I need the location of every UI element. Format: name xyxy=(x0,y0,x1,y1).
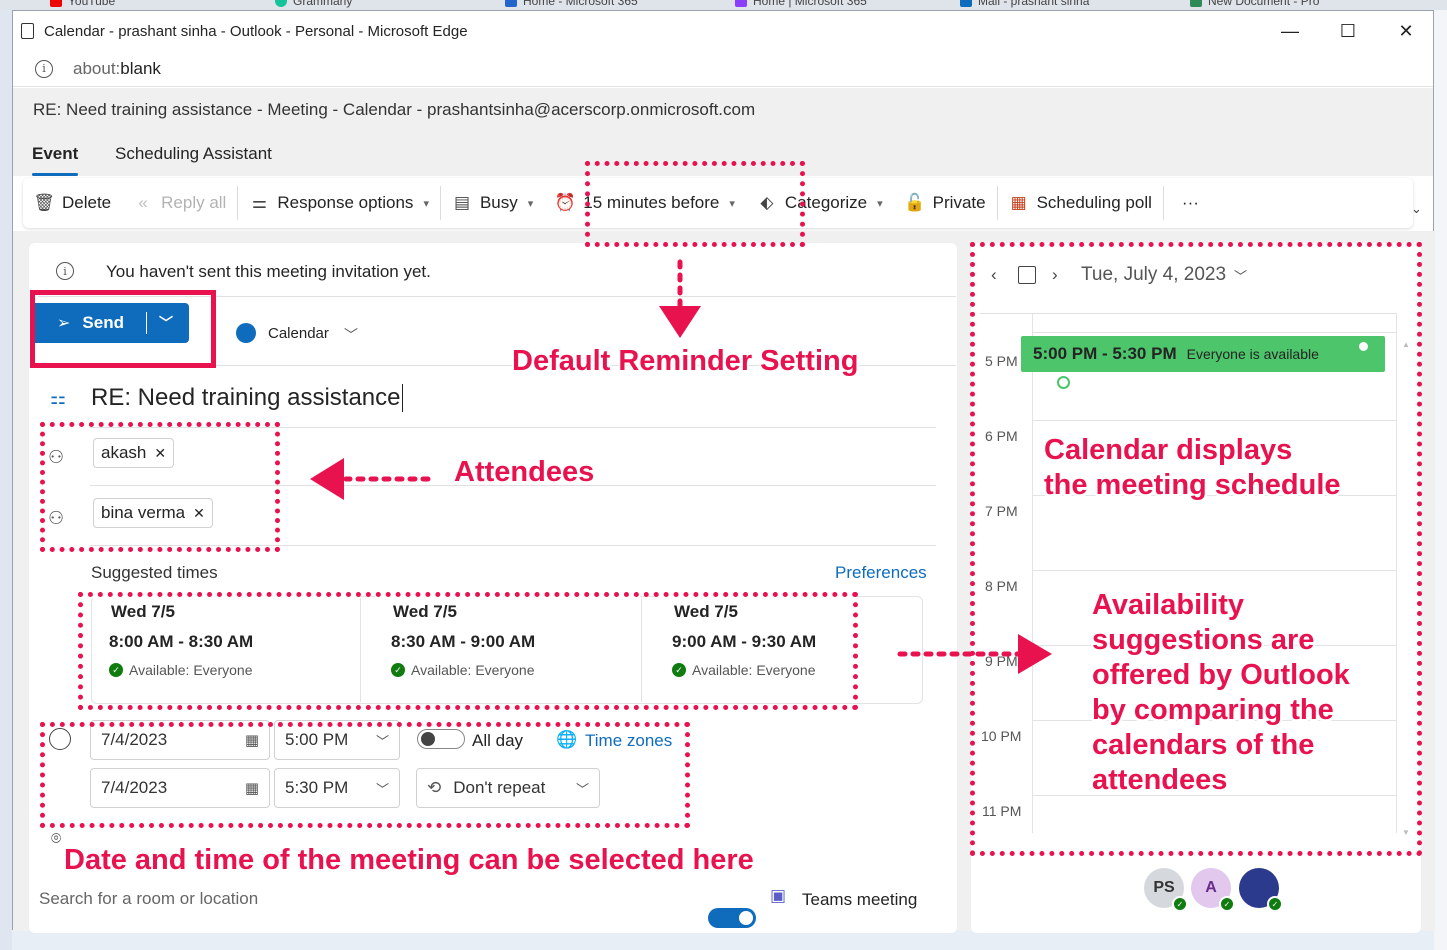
annotation-reminder: Default Reminder Setting xyxy=(512,345,859,377)
annotation-availability-line: suggestions are xyxy=(1092,624,1315,656)
availability-arrowhead xyxy=(1018,634,1052,674)
annotation-calendar-line-2: the meeting schedule xyxy=(1044,469,1341,501)
annotation-availability-line: calendars of the xyxy=(1092,729,1315,761)
annotation-calendar-line-1: Calendar displays xyxy=(1044,434,1293,466)
attendees-arrowhead xyxy=(310,458,344,500)
annotation-datetime: Date and time of the meeting can be sele… xyxy=(64,844,754,876)
annotation-availability-line: attendees xyxy=(1092,764,1228,796)
reminder-arrowhead xyxy=(659,306,701,338)
annotation-attendees: Attendees xyxy=(454,456,595,488)
annotation-availability-line: by comparing the xyxy=(1092,694,1334,726)
annotation-availability-line: Availability xyxy=(1092,589,1245,621)
annotation-availability-line: offered by Outlook xyxy=(1092,659,1350,691)
